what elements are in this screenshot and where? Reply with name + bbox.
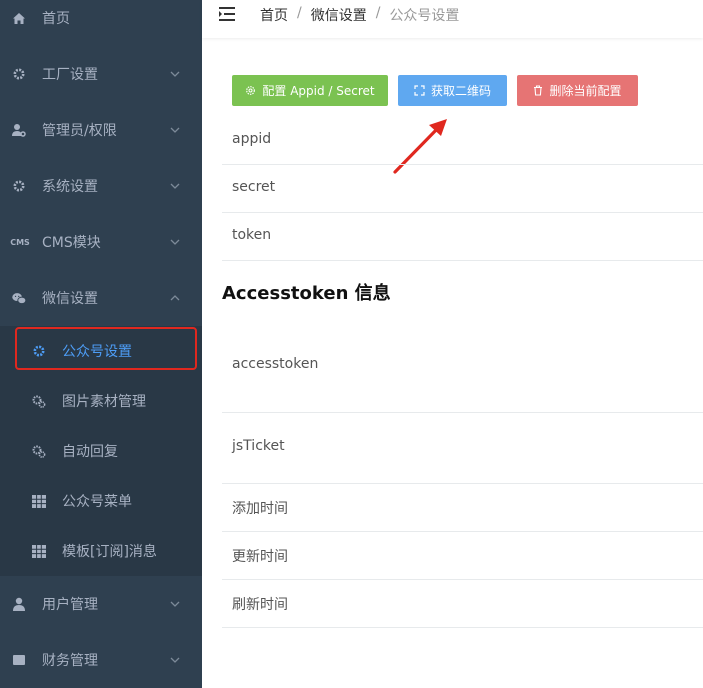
sidebar-subitem-template-message[interactable]: 模板[订阅]消息 — [0, 526, 202, 576]
sidebar-item-label: CMS模块 — [42, 235, 101, 251]
grid-icon — [32, 544, 46, 558]
breadcrumb-item-home[interactable]: 首页 — [260, 5, 288, 25]
jsticket-label: jsTicket — [232, 438, 285, 454]
config-appid-secret-button[interactable]: 配置 Appid / Secret — [232, 75, 388, 106]
token-row: token — [222, 213, 703, 261]
sidebar-item-users[interactable]: 用户管理 — [0, 576, 202, 632]
sidebar-item-label: 财务管理 — [42, 653, 98, 669]
cms-icon: CMS — [10, 237, 30, 247]
sidebar-item-label: 微信设置 — [42, 291, 98, 307]
sidebar-subitem-label: 公众号菜单 — [62, 494, 132, 510]
menu-toggle-icon[interactable] — [218, 6, 238, 22]
secret-row: secret — [222, 165, 703, 213]
accesstoken-row: accesstoken — [222, 320, 703, 413]
sidebar: 首页 工厂设置 管理员/权限 系统设置 CMS CMS模块 微信设置 公众号设置… — [0, 0, 202, 688]
sidebar-item-admin[interactable]: 管理员/权限 — [0, 102, 202, 158]
sidebar-item-label: 管理员/权限 — [42, 123, 117, 139]
sidebar-subitem-label: 图片素材管理 — [62, 394, 146, 410]
finance-icon — [12, 653, 26, 667]
sidebar-item-finance[interactable]: 财务管理 — [0, 632, 202, 688]
sidebar-subitem-label: 自动回复 — [62, 444, 118, 460]
settings-icon — [245, 85, 256, 96]
sidebar-subitem-auto-reply[interactable]: 自动回复 — [0, 426, 202, 476]
jsticket-row: jsTicket — [222, 413, 703, 484]
topbar: 首页 / 微信设置 / 公众号设置 — [202, 0, 703, 38]
sidebar-item-home[interactable]: 首页 — [0, 0, 202, 46]
sidebar-subitem-label: 模板[订阅]消息 — [62, 544, 157, 560]
admin-icon — [12, 123, 26, 137]
sidebar-item-factory[interactable]: 工厂设置 — [0, 46, 202, 102]
section-title: Accesstoken 信息 — [222, 283, 391, 304]
sidebar-item-label: 工厂设置 — [42, 67, 98, 83]
update-time-label: 更新时间 — [232, 549, 288, 565]
breadcrumb-item-current: 公众号设置 — [389, 8, 460, 24]
sidebar-item-label: 系统设置 — [42, 179, 98, 195]
sidebar-item-system[interactable]: 系统设置 — [0, 158, 202, 214]
wechat-icon — [12, 291, 26, 305]
chevron-up-icon — [170, 293, 180, 303]
accesstoken-label: accesstoken — [232, 356, 319, 372]
config-button-label: 配置 Appid / Secret — [262, 84, 375, 98]
appid-row: appid — [222, 117, 703, 165]
gears-icon — [32, 394, 46, 408]
qrcode-button-label: 获取二维码 — [430, 84, 491, 98]
refresh-time-label: 刷新时间 — [232, 597, 288, 613]
secret-label: secret — [232, 179, 276, 195]
grid-icon — [32, 494, 46, 508]
gear-icon — [12, 179, 26, 193]
sidebar-item-cms[interactable]: CMS CMS模块 — [0, 214, 202, 270]
sidebar-item-label: 用户管理 — [42, 597, 98, 613]
chevron-down-icon — [170, 181, 180, 191]
home-icon — [12, 11, 26, 25]
chevron-down-icon — [170, 69, 180, 79]
chevron-down-icon — [170, 599, 180, 609]
breadcrumb-item-wechat[interactable]: 微信设置 — [311, 5, 367, 25]
appid-label: appid — [232, 131, 272, 147]
delete-config-button[interactable]: 删除当前配置 — [517, 75, 638, 106]
sidebar-item-wechat[interactable]: 微信设置 — [0, 270, 202, 326]
sidebar-subitem-image-assets[interactable]: 图片素材管理 — [0, 376, 202, 426]
chevron-down-icon — [170, 237, 180, 247]
breadcrumb-separator: / — [375, 5, 381, 21]
get-qrcode-button[interactable]: 获取二维码 — [398, 75, 507, 106]
delete-button-label: 删除当前配置 — [549, 84, 622, 98]
token-label: token — [232, 227, 272, 243]
update-time-row: 更新时间 — [222, 532, 703, 580]
expand-icon — [414, 85, 425, 96]
refresh-time-row: 刷新时间 — [222, 580, 703, 628]
sidebar-item-label: 首页 — [42, 11, 70, 27]
chevron-down-icon — [170, 655, 180, 665]
trash-icon — [533, 85, 543, 96]
gear-icon — [12, 67, 26, 81]
breadcrumb: 首页 / 微信设置 / 公众号设置 — [260, 5, 459, 25]
add-time-row: 添加时间 — [222, 484, 703, 532]
add-time-label: 添加时间 — [232, 501, 288, 517]
gears-icon — [32, 444, 46, 458]
breadcrumb-separator: / — [297, 5, 302, 21]
chevron-down-icon — [170, 125, 180, 135]
sidebar-subitem-menu[interactable]: 公众号菜单 — [0, 476, 202, 526]
highlight-box — [15, 327, 197, 370]
user-icon — [12, 597, 26, 611]
